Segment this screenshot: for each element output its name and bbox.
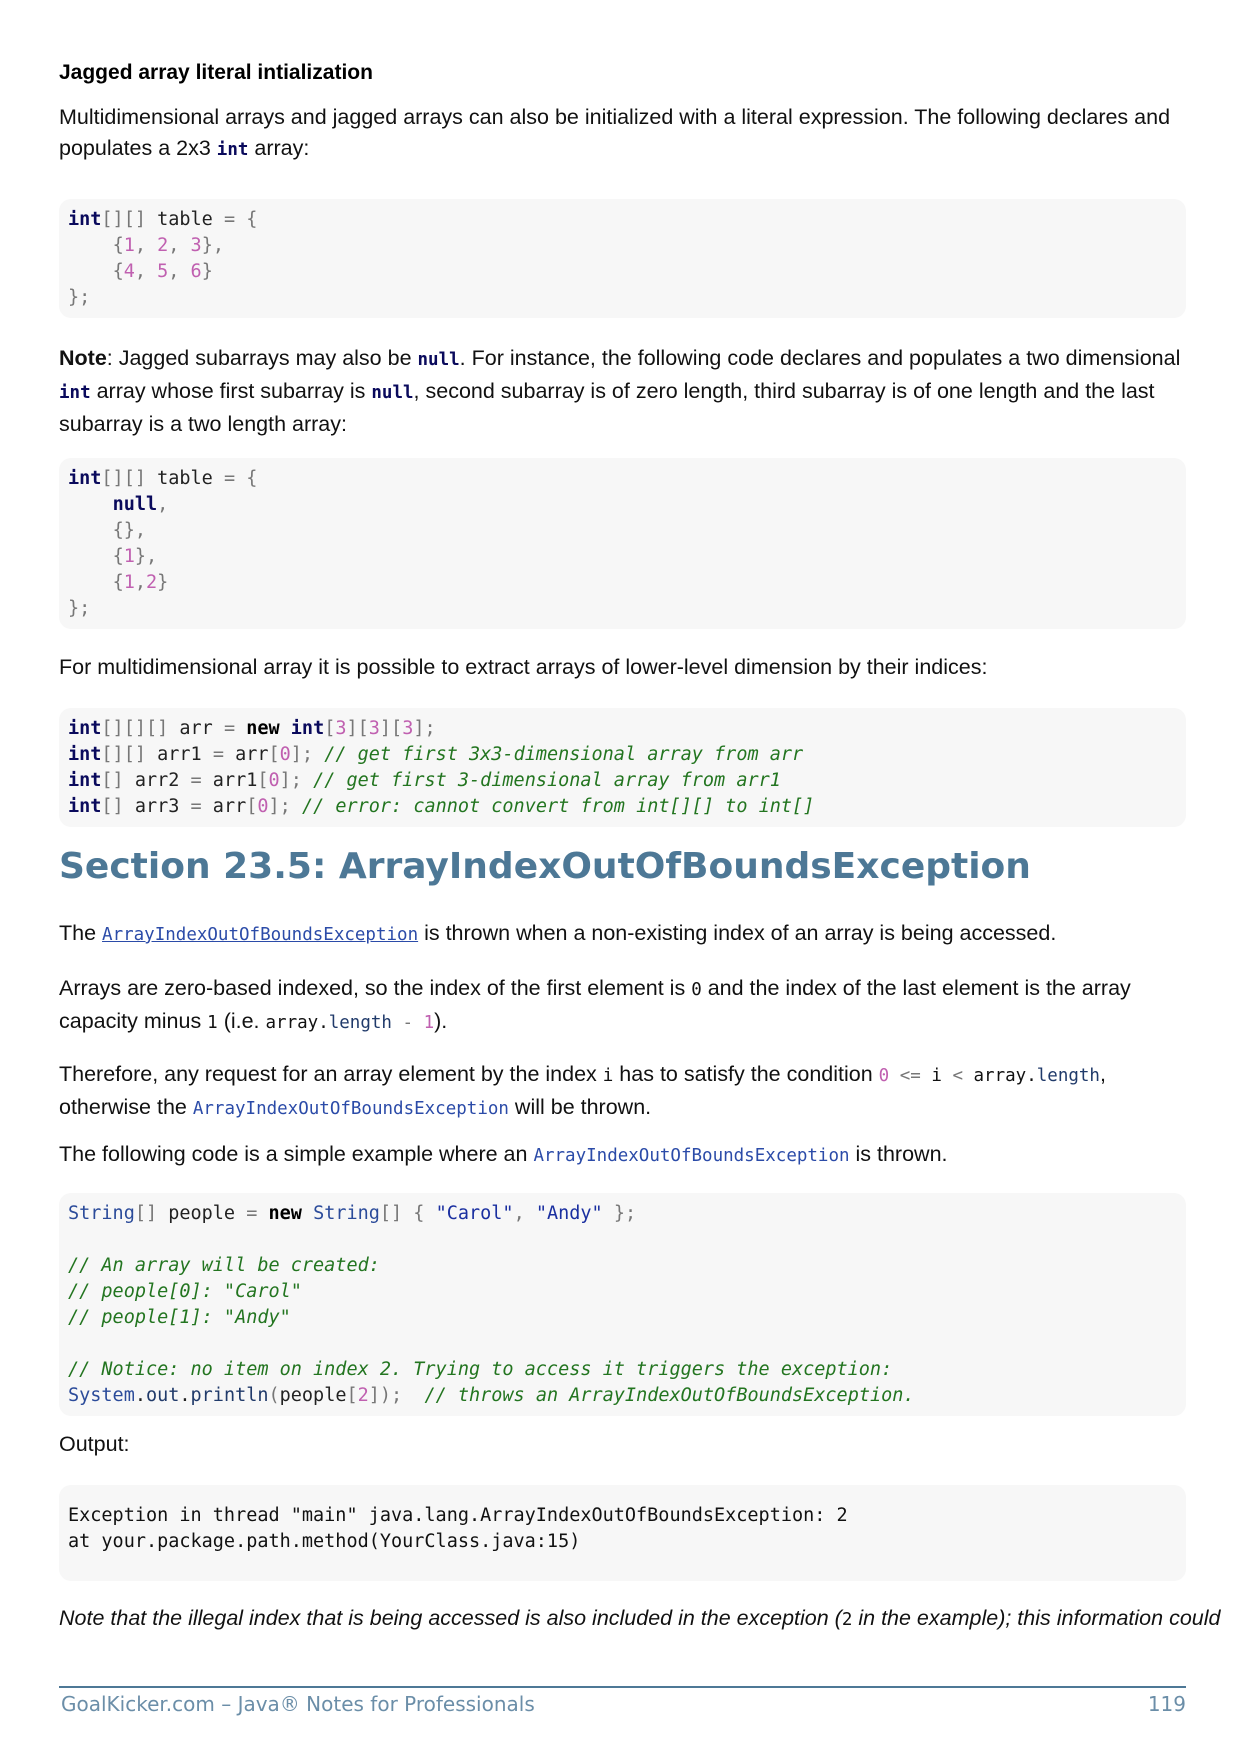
inline-code: int	[216, 140, 249, 160]
inline-code: int	[59, 383, 91, 403]
code-line: int[][][] arr = new int[3][3][3];	[68, 718, 436, 739]
text-run: (i.e.	[217, 1009, 266, 1033]
code-line: int[][] table = {	[68, 468, 258, 489]
paragraph-exception-intro: The ArrayIndexOutOfBoundsException is th…	[59, 918, 1186, 951]
code-line: {1,2}	[112, 572, 169, 593]
text-run: has to satisfy the condition	[613, 1062, 879, 1086]
inline-code-exception: ArrayIndexOutOfBoundsException	[192, 1099, 509, 1119]
paragraph-zero-based: Arrays are zero-based indexed, so the in…	[59, 973, 1186, 1039]
text-run: is thrown when a non-existing index of a…	[418, 921, 1057, 945]
note-label: Note	[59, 346, 107, 370]
text-run: is thrown.	[849, 1142, 948, 1166]
code-line: // people[1]: "Andy"	[68, 1307, 291, 1328]
footer-divider	[59, 1686, 1186, 1688]
code-line: int[][] arr1 = arr[0]; // get first 3x3-…	[68, 744, 804, 765]
code-line: };	[68, 598, 91, 619]
code-line: System.out.println(people[2]); // throws…	[68, 1385, 915, 1406]
code-line: };	[68, 287, 91, 308]
output-label: Output:	[59, 1432, 130, 1456]
code-line: {1, 2, 3},	[112, 235, 224, 256]
paragraph-multidim: For multidimensional array it is possibl…	[59, 655, 988, 679]
code-block-example: String[] people = new String[] { "Carol"…	[59, 1193, 1186, 1416]
inline-code: 1	[207, 1013, 218, 1033]
inline-code: null	[371, 383, 414, 403]
code-line: // Notice: no item on index 2. Trying to…	[68, 1359, 893, 1380]
text-run: Note that the illegal index that is bein…	[59, 1606, 842, 1630]
text-run: Therefore, any request for an array elem…	[59, 1062, 603, 1086]
text-run: in the example); this information could	[852, 1606, 1221, 1630]
code-line: null,	[112, 494, 169, 515]
exception-doc-link[interactable]: ArrayIndexOutOfBoundsException	[102, 925, 418, 945]
text-run: . For instance, the following code decla…	[459, 346, 1181, 370]
text-run: Arrays are zero-based indexed, so the in…	[59, 976, 692, 1000]
code-line: {1},	[112, 546, 158, 567]
inline-code: 2	[841, 1610, 853, 1630]
paragraph-example-intro: The following code is a simple example w…	[59, 1139, 1186, 1172]
paragraph-intro: Multidimensional arrays and jagged array…	[59, 102, 1186, 166]
inline-code: 0	[691, 980, 702, 1000]
footer-source: GoalKicker.com – Java® Notes for Profess…	[61, 1692, 535, 1716]
inline-code: null	[417, 350, 460, 370]
code-line: {},	[112, 520, 146, 541]
text-run: will be thrown.	[508, 1095, 652, 1119]
code-line: {4, 5, 6}	[112, 261, 213, 282]
inline-code-exception: ArrayIndexOutOfBoundsException	[533, 1146, 850, 1166]
text-run: The following code is a simple example w…	[59, 1142, 534, 1166]
code-line: int[] arr3 = arr[0]; // error: cannot co…	[68, 796, 815, 817]
paragraph-note: Note: Jagged subarrays may also be null.…	[59, 343, 1186, 440]
code-block-multidim: int[][][] arr = new int[3][3][3]; int[][]…	[59, 708, 1186, 827]
code-block-jagged: int[][] table = { null, {}, {1}, {1,2}};	[59, 458, 1186, 629]
output-block: Exception in thread "main" java.lang.Arr…	[59, 1485, 1186, 1581]
paragraph-condition: Therefore, any request for an array elem…	[59, 1059, 1186, 1125]
page-number: 119	[1147, 1692, 1186, 1716]
inline-code: i	[602, 1066, 614, 1086]
paragraph-final-note: Note that the illegal index that is bein…	[59, 1603, 1220, 1636]
code-line: // An array will be created:	[68, 1255, 380, 1276]
code-line: String[] people = new String[] { "Carol"…	[68, 1203, 637, 1224]
inline-code-length-expr: array.length - 1	[265, 1013, 435, 1033]
text-run: : Jagged subarrays may also be	[106, 346, 418, 370]
inline-code-condition: 0 <= i < array.length	[878, 1066, 1100, 1086]
code-line: // people[0]: "Carol"	[68, 1281, 302, 1302]
output-line: Exception in thread "main" java.lang.Arr…	[68, 1505, 848, 1526]
code-line: int[][] table = {	[68, 209, 258, 230]
text-run: array:	[248, 136, 310, 160]
sub-heading: Jagged array literal intialization	[59, 61, 373, 84]
text-run: array whose first subarray is	[90, 379, 372, 403]
text-run: The	[59, 921, 103, 945]
code-line: int[] arr2 = arr1[0]; // get first 3-dim…	[68, 770, 781, 791]
output-line: at your.package.path.method(YourClass.ja…	[68, 1531, 581, 1552]
text-run: ).	[434, 1009, 448, 1033]
code-block-table-2x3: int[][] table = { {1, 2, 3}, {4, 5, 6}};	[59, 199, 1186, 318]
section-title: Section 23.5: ArrayIndexOutOfBoundsExcep…	[59, 846, 1031, 887]
